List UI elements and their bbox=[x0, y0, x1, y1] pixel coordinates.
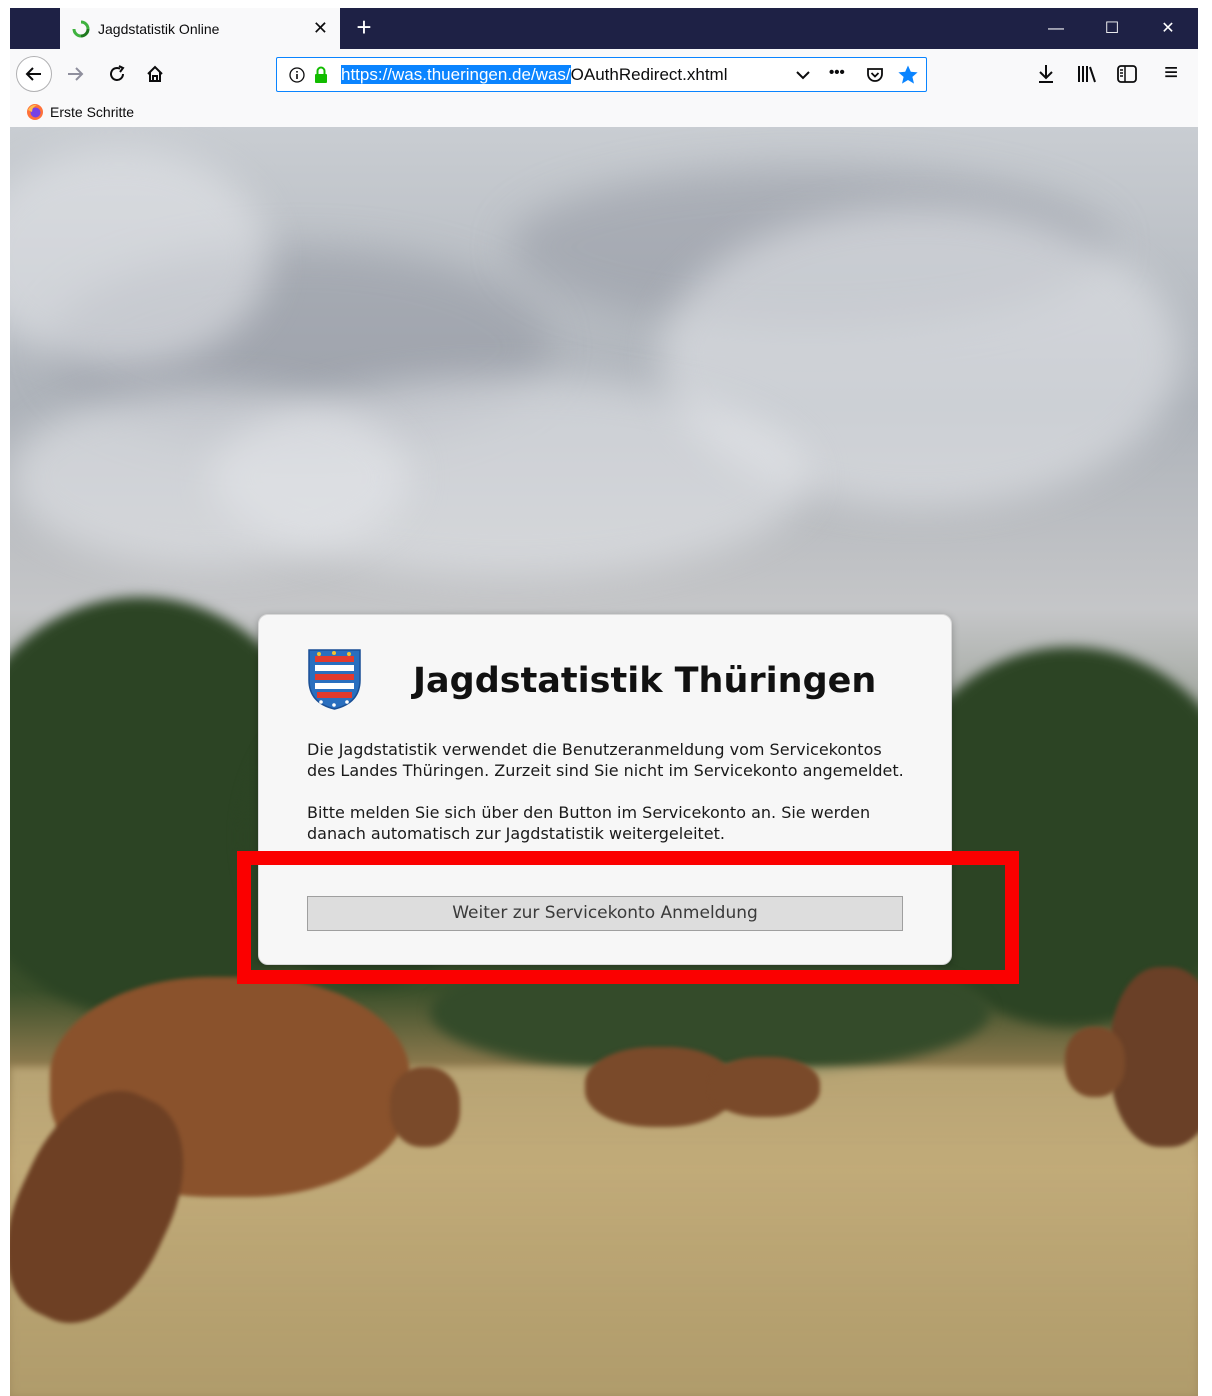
dialog-paragraph: Bitte melden Sie sich über den Button im… bbox=[307, 803, 871, 843]
loading-icon bbox=[72, 20, 90, 37]
page-actions-icon[interactable]: ••• bbox=[829, 64, 845, 81]
bookmarks-toolbar: Erste Schritte bbox=[10, 99, 1198, 127]
bookmark-label: Erste Schritte bbox=[50, 104, 135, 120]
library-icon[interactable] bbox=[1076, 64, 1098, 84]
minimize-button[interactable]: — bbox=[1036, 16, 1076, 42]
arrow-right-icon bbox=[68, 67, 84, 81]
menu-icon[interactable]: ≡ bbox=[1164, 59, 1178, 87]
deer bbox=[710, 1057, 820, 1117]
chevron-down-icon[interactable] bbox=[795, 69, 811, 81]
address-bar[interactable]: https://was.thueringen.de/was/OAuthRedir… bbox=[276, 57, 927, 92]
url-path: OAuthRedirect.xhtml bbox=[570, 65, 728, 84]
url-text[interactable]: https://was.thueringen.de/was/OAuthRedir… bbox=[341, 65, 727, 85]
dialog-message: Die Jagdstatistik verwendet die Benutzer… bbox=[307, 739, 907, 847]
dialog-paragraph: Die Jagdstatistik verwendet die Benutzer… bbox=[307, 740, 904, 780]
home-button[interactable] bbox=[140, 59, 170, 89]
pocket-icon[interactable] bbox=[865, 65, 885, 85]
new-tab-button[interactable]: + bbox=[350, 14, 378, 42]
window-edge bbox=[1198, 8, 1212, 1396]
firefox-icon bbox=[27, 104, 43, 120]
close-tab-icon[interactable]: ✕ bbox=[313, 18, 328, 38]
reload-button[interactable] bbox=[102, 59, 132, 89]
sidebar-icon[interactable] bbox=[1116, 64, 1138, 84]
deer bbox=[1065, 1027, 1125, 1097]
thueringen-coat-of-arms-icon bbox=[308, 649, 361, 710]
tab-title: Jagdstatistik Online bbox=[98, 20, 220, 37]
highlight-box bbox=[237, 851, 1019, 984]
close-window-button[interactable]: ✕ bbox=[1148, 16, 1188, 42]
tab-jagdstatistik[interactable]: Jagdstatistik Online ✕ bbox=[60, 8, 340, 49]
info-icon[interactable] bbox=[289, 67, 305, 83]
maximize-button[interactable]: ☐ bbox=[1092, 16, 1132, 42]
star-icon[interactable] bbox=[897, 64, 919, 86]
cloud bbox=[10, 387, 410, 567]
lock-icon[interactable] bbox=[313, 66, 329, 84]
arrow-left-icon bbox=[25, 67, 41, 81]
download-icon[interactable] bbox=[1036, 63, 1056, 85]
reload-icon bbox=[110, 65, 125, 81]
forward-button[interactable] bbox=[60, 59, 90, 89]
tab-bar: Jagdstatistik Online ✕ + — ☐ ✕ bbox=[10, 8, 1198, 49]
navigation-toolbar: https://was.thueringen.de/was/OAuthRedir… bbox=[10, 49, 1198, 99]
back-button[interactable] bbox=[16, 56, 52, 92]
bookmark-erste-schritte[interactable]: Erste Schritte bbox=[26, 103, 134, 121]
url-selected-part: https://was.thueringen.de/was/ bbox=[341, 65, 571, 84]
dialog-title: Jagdstatistik Thüringen bbox=[413, 661, 877, 701]
deer bbox=[390, 1067, 460, 1147]
home-icon bbox=[147, 65, 163, 82]
